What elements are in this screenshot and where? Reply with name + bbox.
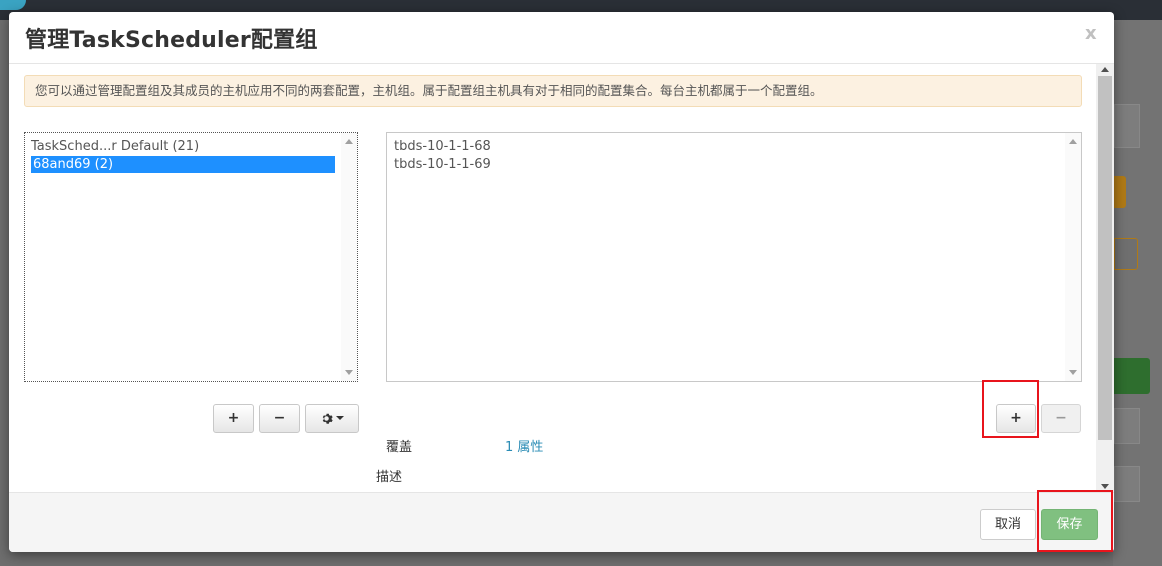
add-host-button[interactable]: + <box>996 404 1036 433</box>
save-button[interactable]: 保存 <box>1041 509 1098 540</box>
overrides-link[interactable]: 1 属性 <box>505 436 543 455</box>
scroll-up-icon[interactable] <box>1069 139 1077 144</box>
config-group-list[interactable]: TaskSched...r Default (21) 68and69 (2) <box>24 132 358 382</box>
background-orange-outline-button <box>1114 238 1138 270</box>
scroll-up-icon[interactable] <box>345 139 353 144</box>
chevron-down-icon <box>336 416 344 420</box>
background-field-2 <box>1114 466 1140 502</box>
host-item[interactable]: tbds-10-1-1-69 <box>394 156 491 173</box>
host-list-scrollbar[interactable] <box>1065 133 1081 381</box>
host-list[interactable]: tbds-10-1-1-68 tbds-10-1-1-69 <box>386 132 1082 382</box>
scroll-down-icon[interactable] <box>1069 370 1077 375</box>
remove-host-button[interactable]: − <box>1041 404 1081 433</box>
background-green-button <box>1114 358 1150 394</box>
scroll-down-icon[interactable] <box>345 370 353 375</box>
config-group-list-scrollbar[interactable] <box>341 133 357 381</box>
scroll-up-icon[interactable] <box>1101 67 1109 72</box>
dialog-header: 管理TaskScheduler配置组 x <box>9 12 1114 64</box>
background-orange-button <box>1114 176 1126 208</box>
overrides-label: 覆盖 <box>386 440 413 455</box>
close-icon[interactable]: x <box>1085 24 1097 44</box>
dialog-body: 您可以通过管理配置组及其成员的主机应用不同的两套配置，主机组。属于配置组主机具有… <box>9 64 1114 492</box>
config-group-item-68and69[interactable]: 68and69 (2) <box>31 156 335 173</box>
remove-config-group-button[interactable]: − <box>259 404 300 433</box>
description-label: 描述 <box>376 470 403 485</box>
dialog-footer: 取消 保存 <box>9 492 1114 552</box>
config-group-item-default[interactable]: TaskSched...r Default (21) <box>31 138 199 155</box>
dialog-scrollbar[interactable] <box>1096 64 1114 492</box>
dialog-title: 管理TaskScheduler配置组 <box>25 28 318 53</box>
background-dropdown <box>1114 104 1140 148</box>
background-field <box>1114 408 1140 444</box>
cancel-button[interactable]: 取消 <box>980 509 1036 540</box>
info-alert: 您可以通过管理配置组及其成员的主机应用不同的两套配置，主机组。属于配置组主机具有… <box>24 75 1082 107</box>
add-config-group-button[interactable]: + <box>213 404 254 433</box>
gear-icon <box>322 413 333 424</box>
config-group-dialog: 管理TaskScheduler配置组 x 您可以通过管理配置组及其成员的主机应用… <box>9 12 1114 552</box>
scroll-down-icon[interactable] <box>1101 484 1109 489</box>
config-group-settings-button[interactable] <box>305 404 359 433</box>
scrollbar-thumb[interactable] <box>1098 76 1112 440</box>
host-item[interactable]: tbds-10-1-1-68 <box>394 138 491 155</box>
